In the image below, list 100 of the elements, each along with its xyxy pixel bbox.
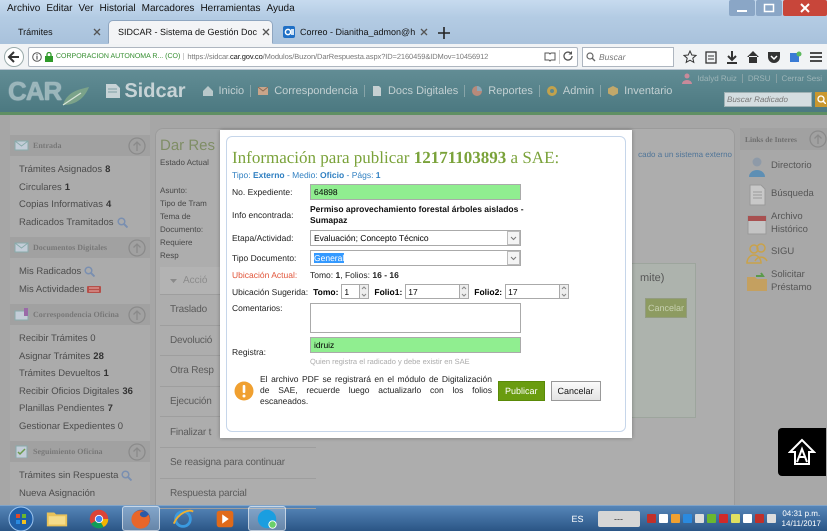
back-button[interactable] xyxy=(4,46,24,66)
document-icon xyxy=(105,82,122,100)
envelope-pin-icon xyxy=(14,308,29,321)
search-icon xyxy=(84,266,96,278)
form-label: Etapa/Actividad: xyxy=(232,233,294,243)
browser-tab[interactable]: Correo - Dianitha_admon@h xyxy=(273,20,428,44)
spinner-label: Tomo: xyxy=(313,286,338,296)
house-icon xyxy=(202,85,214,97)
search-field[interactable]: Buscar xyxy=(582,46,674,66)
number-field[interactable]: 17 xyxy=(505,284,560,299)
language-indicator[interactable]: ES xyxy=(572,514,584,524)
link-item[interactable]: Directorio xyxy=(740,155,827,178)
publish-button[interactable]: Publicar xyxy=(498,380,545,400)
select-value: General xyxy=(314,253,344,263)
star-icon[interactable] xyxy=(683,50,697,64)
sidebar-link[interactable]: Mis Radicados xyxy=(10,263,150,280)
cancel-button[interactable]: Cancelar xyxy=(550,380,601,400)
menu-item[interactable]: Marcadores xyxy=(138,3,198,14)
maximize-button[interactable] xyxy=(756,0,782,16)
lock-icon xyxy=(45,52,53,62)
form-label: No. Expediente: xyxy=(232,187,294,197)
number-field[interactable]: 1 xyxy=(341,284,360,299)
menu-item[interactable]: Ayuda xyxy=(263,3,298,14)
spinner-arrows-icon[interactable] xyxy=(359,284,370,299)
menu-item[interactable]: Historial xyxy=(96,3,139,14)
sidebar-link[interactable]: Circulares 1 xyxy=(10,178,150,196)
taskbar-button[interactable] xyxy=(122,506,160,531)
sidebar-link[interactable]: Planillas Pendientes 7 xyxy=(10,400,150,418)
search-icon xyxy=(121,470,132,482)
comments-field[interactable] xyxy=(310,303,521,333)
spinner-arrows-icon[interactable] xyxy=(559,284,570,299)
new-tab-icon[interactable] xyxy=(438,27,450,39)
select-value: Evaluación; Concepto Técnico xyxy=(314,233,429,243)
pocket-icon[interactable] xyxy=(767,50,781,64)
sidebar-link[interactable]: Trámites sin Respuesta xyxy=(10,467,150,484)
sidebar-link[interactable]: Gestionar Expedientes 0 xyxy=(10,418,150,435)
document-icon xyxy=(370,85,383,97)
reload-icon[interactable] xyxy=(563,51,574,62)
home-icon[interactable] xyxy=(746,50,760,64)
toolbar-box[interactable]: --- xyxy=(598,510,640,526)
sidebar-link[interactable]: Asignar Trámites 28 xyxy=(10,348,150,365)
radicado-search-field[interactable]: Buscar Radicado xyxy=(724,92,812,107)
form-label: Info encontrada: xyxy=(232,210,294,220)
sidebar-link[interactable]: Radicados Tramitados xyxy=(10,214,150,231)
start-button[interactable] xyxy=(8,506,34,531)
form-label: Ubicación Actual: xyxy=(232,270,298,280)
clock-time[interactable]: 04:31 p.m. xyxy=(782,508,820,518)
document-type-select[interactable]: General xyxy=(310,250,521,266)
note-text: cado a un sistema externo xyxy=(638,150,732,159)
sidebar-link[interactable]: Mis Actividades xyxy=(10,280,150,298)
sidebar-link[interactable]: Recibir Oficios Digitales 36 xyxy=(10,382,150,400)
dialog-title: Información para publicar 12171103893 a SAE: xyxy=(232,147,560,169)
registra-field[interactable]: idruiz xyxy=(310,337,521,353)
spinner-arrows-icon[interactable] xyxy=(459,284,470,299)
form-label: Comentarios: xyxy=(232,303,284,313)
clipboard-icon[interactable] xyxy=(704,50,718,64)
logo-text: CAR xyxy=(8,76,62,106)
etapa-select[interactable]: Evaluación; Concepto Técnico xyxy=(310,230,521,246)
expediente-field[interactable]: 64898 xyxy=(310,184,521,200)
panel-text: mite) xyxy=(640,272,666,284)
link-item[interactable]: Archivo Histórico xyxy=(740,211,827,236)
link-item[interactable]: Búsqueda xyxy=(740,183,827,206)
people-icon xyxy=(746,242,768,264)
menu-item[interactable]: Editar xyxy=(43,3,76,14)
close-icon xyxy=(93,28,101,36)
number-field[interactable]: 17 xyxy=(405,284,460,299)
action-option[interactable]: Se reasigna para continuar xyxy=(160,448,316,479)
form-label: Registra: xyxy=(232,346,268,356)
info-icon xyxy=(32,52,42,62)
reader-view-icon[interactable] xyxy=(544,51,556,62)
menu-item[interactable]: Archivo xyxy=(4,3,44,14)
field-label: Requiere Resp xyxy=(160,237,194,262)
house-arrow-icon xyxy=(788,438,816,466)
page-title: Dar Res xyxy=(160,136,216,156)
menu-item[interactable]: Ver xyxy=(75,3,96,14)
sidebar-link[interactable]: Copias Informativas 4 xyxy=(10,196,150,214)
form-label: Tipo Documento: xyxy=(232,253,298,263)
browser-tab[interactable]: SIDCAR - Sistema de Gestión Doc xyxy=(108,20,273,44)
field-label: Tema de Documento: xyxy=(160,211,204,236)
link-item[interactable]: SIGU xyxy=(740,241,827,264)
search-icon xyxy=(116,216,128,228)
location-text: Tomo: 1, Folios: 16 - 16 xyxy=(310,270,400,280)
field-label: Tipo de Tram xyxy=(160,198,208,210)
link-item[interactable]: Solicitar Préstamo xyxy=(740,269,827,294)
browser-tab[interactable]: Trámites xyxy=(8,20,108,44)
user-icon xyxy=(682,73,692,84)
sidebar-link[interactable]: Recibir Trámites 0 xyxy=(10,330,150,348)
sidebar-link[interactable]: Trámites Asignados 8 xyxy=(10,161,150,178)
close-button[interactable] xyxy=(783,0,827,16)
field-label: Estado Actual xyxy=(160,157,210,169)
minimize-button[interactable] xyxy=(729,0,755,16)
menu-item[interactable]: Herramientas xyxy=(197,3,264,14)
cube-icon xyxy=(607,85,620,97)
menu-icon[interactable] xyxy=(809,50,823,64)
envelope-icon xyxy=(14,139,29,152)
search-button[interactable] xyxy=(815,92,827,107)
download-icon[interactable] xyxy=(725,50,739,64)
sidebar-link[interactable]: Trámites Devueltos 1 xyxy=(10,365,150,382)
clock-date[interactable]: 14/11/2017 xyxy=(782,518,821,528)
sidebar-link[interactable]: Nueva Asignación xyxy=(10,484,150,502)
